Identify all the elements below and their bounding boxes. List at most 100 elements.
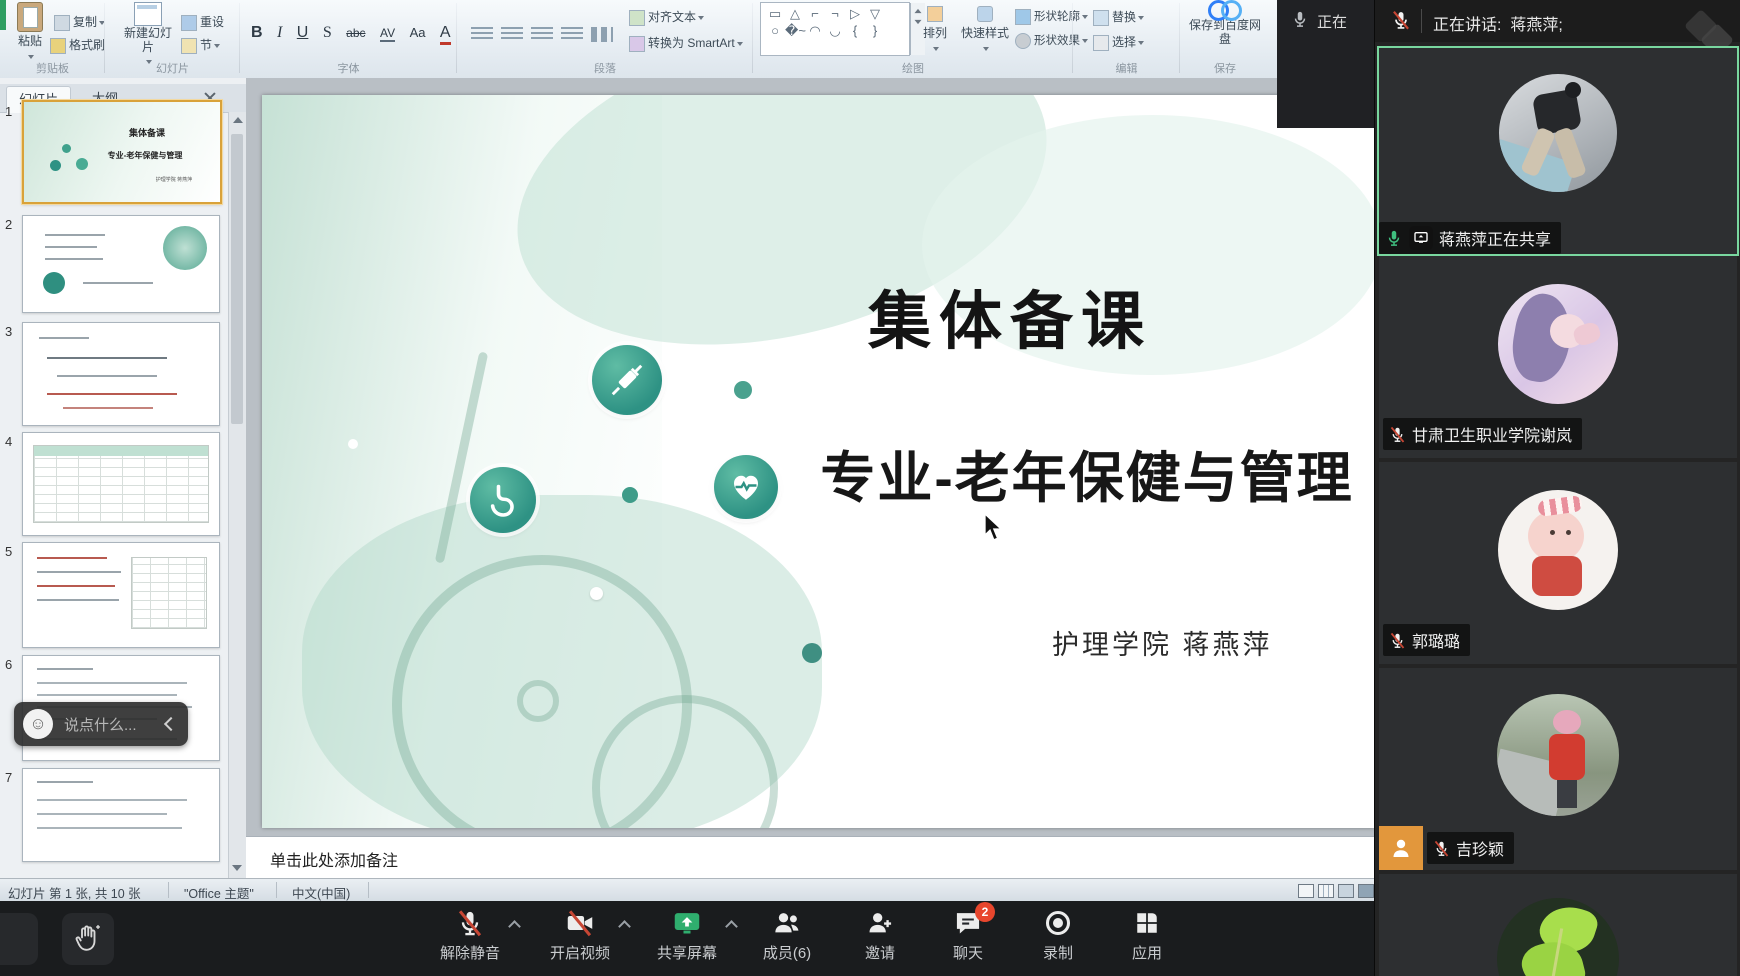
slide-thumbnail-4[interactable] (22, 432, 220, 536)
arrange-icon (927, 6, 943, 22)
smartart-button[interactable]: 转换为 SmartArt (629, 34, 743, 52)
raise-hand-button[interactable] (62, 913, 114, 965)
shape-rect-icon[interactable]: ▭ (765, 5, 785, 22)
participant-tile[interactable] (1379, 874, 1737, 976)
ribbon-group-font: B I U S abc AV Aa A 字体 (240, 0, 457, 78)
normal-view-icon[interactable] (1298, 884, 1314, 898)
mic-on-icon (1385, 229, 1403, 247)
slide-thumbnail-5[interactable] (22, 542, 220, 648)
underline-button[interactable]: U (297, 24, 309, 42)
shape-arrow-right-icon[interactable]: ▷ (845, 5, 865, 22)
participant-name-bar: 蒋燕萍正在共享 (1379, 222, 1561, 254)
shape-elbow-icon[interactable]: ⌐ (805, 5, 825, 22)
slide-editor[interactable]: 集体备课 专业-老年保健与管理 护理学院 蒋燕萍 (262, 95, 1374, 828)
decoration (1549, 734, 1585, 780)
slide-thumbnail-2[interactable] (22, 215, 220, 313)
chevron-up-icon[interactable] (618, 920, 631, 933)
participant-tile[interactable]: 甘肃卫生职业学院谢岚 (1379, 256, 1737, 458)
shape-scribble-icon[interactable]: �~ (785, 22, 805, 39)
reading-view-icon[interactable] (1338, 884, 1354, 898)
apps-button[interactable]: 应用 (1092, 908, 1202, 963)
shape-gallery[interactable]: ▭△⌐¬▷▽ ○�~◠◡{} (760, 2, 910, 56)
format-painter-button[interactable]: 格式刷 (50, 36, 105, 54)
copy-button[interactable]: 复制 (54, 13, 105, 31)
share-screen-button[interactable]: 共享屏幕 (632, 908, 742, 963)
shadow-button[interactable]: S (323, 24, 332, 42)
notes-pane[interactable]: 单击此处添加备注 (246, 836, 1374, 879)
shape-elbow2-icon[interactable]: ¬ (825, 5, 845, 22)
unmute-button[interactable]: 解除静音 (415, 908, 525, 963)
shape-brace-right-icon[interactable]: } (865, 22, 885, 39)
align-right-icon[interactable] (531, 27, 553, 42)
reset-button[interactable]: 重设 (181, 13, 224, 31)
reaction-button-partial[interactable] (0, 913, 38, 965)
slide-thumbnail-3[interactable] (22, 322, 220, 426)
strikethrough-button[interactable]: abc (346, 26, 365, 40)
decoration (1537, 495, 1583, 517)
columns-icon[interactable] (591, 27, 613, 42)
save-to-baidu-button[interactable]: 保存到百度网盘 (1184, 0, 1266, 46)
shape-arc-icon[interactable]: ◠ (805, 22, 825, 39)
chevron-up-icon[interactable] (508, 920, 521, 933)
ribbon-group-save: 保存到百度网盘 保存 (1180, 0, 1270, 78)
thumb-number: 3 (5, 324, 19, 339)
alignment-buttons[interactable] (467, 27, 617, 47)
ribbon-group-clipboard: 粘贴 复制 格式刷 剪贴板 (0, 0, 105, 78)
char-spacing-button[interactable]: AV (380, 26, 395, 42)
decoration (590, 587, 603, 600)
paste-button[interactable]: 粘贴 (8, 2, 52, 63)
bold-button[interactable]: B (251, 24, 263, 42)
chat-quick-input[interactable]: ☺ 说点什么... (14, 702, 188, 746)
shape-triangle-icon[interactable]: △ (785, 5, 805, 22)
slide-author[interactable]: 护理学院 蒋燕萍 (1052, 623, 1273, 662)
sharing-screen-icon (1409, 226, 1433, 250)
slide-thumbnail-1[interactable]: 集体备课 专业-老年保健与管理 护理学院 蒋燕萍 (22, 100, 222, 204)
participant-tile[interactable]: 吉珍颖 (1379, 668, 1737, 870)
mic-muted-icon (415, 908, 525, 938)
quick-styles-button[interactable]: 快速样式 (955, 6, 1015, 55)
powerpoint-window: 粘贴 复制 格式刷 剪贴板 新建幻灯片 重设 节 幻灯片 (0, 0, 1374, 901)
align-left-icon[interactable] (471, 27, 493, 42)
table-preview (33, 445, 209, 523)
italic-button[interactable]: I (277, 24, 282, 42)
participant-tile[interactable]: 蒋燕萍正在共享 (1377, 46, 1739, 256)
chevron-left-icon[interactable] (164, 717, 178, 731)
notes-placeholder[interactable]: 单击此处添加备注 (270, 847, 398, 871)
shape-curve-icon[interactable]: ◡ (825, 22, 845, 39)
shape-arrow-down-icon[interactable]: ▽ (865, 5, 885, 22)
section-button[interactable]: 节 (181, 36, 220, 54)
ribbon-group-edit: 替换 选择 编辑 (1073, 0, 1180, 78)
slide-title[interactable]: 集体备课 (710, 271, 1310, 362)
font-color-button[interactable]: A (440, 24, 451, 45)
scroll-down-icon[interactable] (232, 865, 242, 871)
section-icon (181, 38, 197, 54)
shape-cloud-icon[interactable]: ○ (765, 22, 785, 39)
slide-thumbnail-7[interactable] (22, 768, 220, 862)
slide-subtitle[interactable]: 专业-老年保健与管理 (782, 433, 1374, 513)
new-slide-button[interactable]: 新建幻灯片 (119, 2, 177, 68)
arrange-button[interactable]: 排列 (915, 6, 955, 55)
thumbnails-scrollbar[interactable] (228, 112, 246, 878)
smiley-icon[interactable]: ☺ (23, 709, 53, 739)
theme-name[interactable]: "Office 主题" (184, 883, 254, 902)
slideshow-icon[interactable] (1358, 884, 1374, 898)
slide-sorter-icon[interactable] (1318, 884, 1334, 898)
align-text-button[interactable]: 对齐文本 (629, 8, 704, 26)
align-text-icon (629, 10, 645, 26)
scrollbar-thumb[interactable] (231, 134, 243, 424)
language-indicator[interactable]: 中文(中国) (292, 883, 350, 902)
stomach-icon (470, 467, 536, 533)
change-case-button[interactable]: Aa (410, 25, 426, 40)
mic-muted-icon (1433, 840, 1450, 857)
avatar (1497, 694, 1619, 816)
justify-icon[interactable] (561, 27, 583, 42)
align-center-icon[interactable] (501, 27, 523, 42)
replace-button[interactable]: 替换 (1093, 8, 1144, 26)
scroll-up-icon[interactable] (233, 117, 243, 123)
decoration (1550, 530, 1555, 535)
select-button[interactable]: 选择 (1093, 33, 1144, 51)
start-video-button[interactable]: 开启视频 (525, 908, 635, 963)
shape-brace-left-icon[interactable]: { (845, 22, 865, 39)
participant-tile[interactable]: 郭璐璐 (1379, 462, 1737, 664)
chat-input-placeholder[interactable]: 说点什么... (64, 714, 137, 735)
